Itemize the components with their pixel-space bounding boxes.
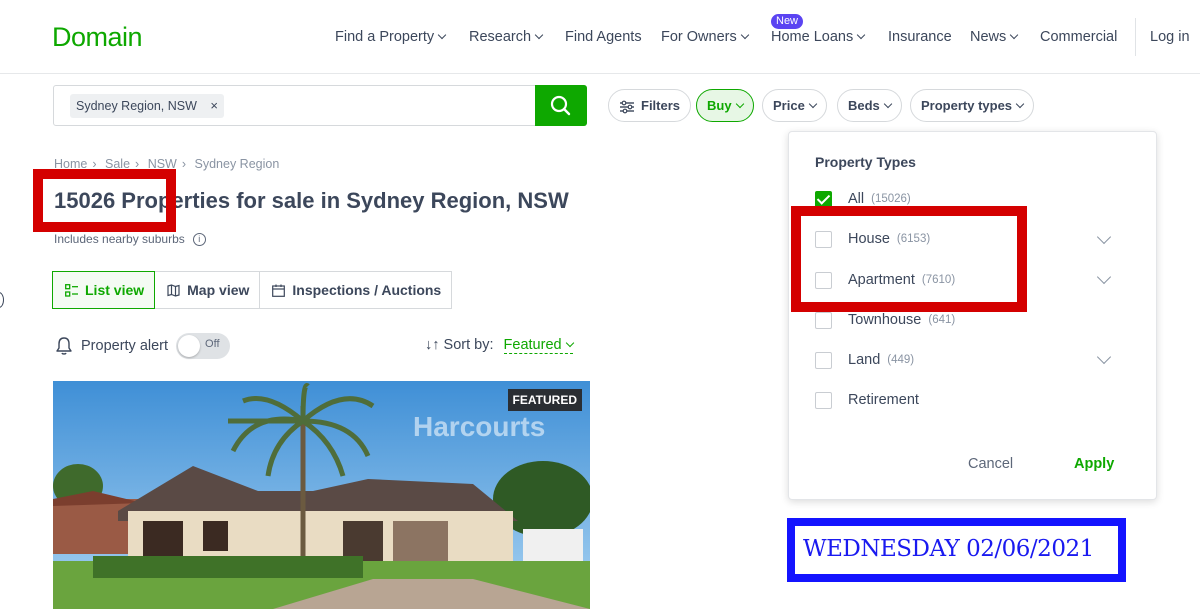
chevron-down-icon (565, 338, 574, 348)
dropdown-title: Property Types (815, 154, 916, 170)
chevron-down-icon[interactable] (1096, 269, 1112, 285)
sliders-icon (620, 100, 634, 113)
login-link[interactable]: Log in (1150, 29, 1190, 45)
cancel-button[interactable]: Cancel (968, 456, 1013, 472)
apply-button[interactable]: Apply (1074, 456, 1114, 472)
property-alert: Property alert Off (54, 333, 231, 359)
chevron-down-icon (883, 99, 893, 109)
annotation-red-box (791, 206, 1027, 312)
chevron-down-icon (1015, 99, 1025, 109)
sort-label: Sort by: (443, 337, 494, 353)
chevron-down-icon[interactable] (1096, 229, 1112, 245)
beds-filter[interactable]: Beds (837, 89, 902, 122)
nav-home-loans[interactable]: Home Loans (771, 29, 866, 45)
chevron-down-icon (1010, 30, 1019, 40)
filters-label: Filters (641, 98, 681, 113)
search-icon (550, 95, 571, 116)
listing-photo[interactable]: Harcourts FEATURED (53, 381, 590, 609)
chevron-down-icon (534, 30, 544, 40)
map-icon (167, 283, 180, 297)
option-retirement[interactable]: Retirement (815, 390, 919, 410)
date-stamp-text: WEDNESDAY 02/06/2021 (803, 536, 1094, 562)
list-icon (65, 283, 78, 297)
nav-find-agents[interactable]: Find Agents (565, 29, 642, 45)
property-types-dropdown: Property Types All (15026) House (6153) Ap… (788, 131, 1157, 500)
location-chip-label: Sydney Region, NSW (76, 99, 197, 113)
option-townhouse[interactable]: Townhouse (641) (815, 310, 955, 330)
checkbox-all[interactable] (815, 190, 832, 208)
calendar-icon (272, 284, 286, 297)
price-filter[interactable]: Price (762, 89, 827, 122)
chevron-down-icon (808, 99, 818, 109)
checkbox-townhouse[interactable] (815, 311, 832, 329)
property-alert-label: Property alert (81, 338, 169, 354)
featured-badge: FEATURED (507, 389, 582, 411)
nav-news[interactable]: News (970, 29, 1019, 45)
tab-map-view[interactable]: Map view (154, 271, 261, 309)
toggle-state: Off (205, 338, 220, 350)
option-land[interactable]: Land (449) (815, 350, 914, 370)
checkbox-land[interactable] (815, 351, 832, 369)
nav-insurance[interactable]: Insurance (888, 29, 952, 45)
date-stamp: WEDNESDAY 02/06/2021 (787, 518, 1126, 582)
results-subtitle: Includes nearby suburbs i (54, 232, 206, 247)
bell-icon (56, 337, 72, 355)
filters-button[interactable]: Filters (608, 89, 692, 122)
checkbox-retirement[interactable] (815, 391, 832, 409)
breadcrumb-sydney-region[interactable]: Sydney Region (195, 157, 280, 171)
nav-commercial[interactable]: Commercial (1040, 29, 1117, 45)
agency-watermark: Harcourts (413, 411, 546, 442)
property-alert-toggle[interactable]: Off (176, 333, 231, 359)
buy-filter[interactable]: Buy (696, 89, 754, 122)
chevron-down-icon (856, 30, 866, 40)
new-badge: New (771, 14, 804, 29)
annotation-red-box (33, 169, 176, 232)
tab-list-view[interactable]: List view (52, 271, 156, 309)
sort-control: ↓↑ Sort by: Featured (425, 337, 574, 354)
location-chip: Sydney Region, NSW × (70, 94, 224, 118)
close-icon[interactable]: × (210, 98, 218, 113)
toggle-knob (178, 335, 201, 357)
chevron-down-icon (740, 30, 749, 40)
nav-divider (1135, 18, 1136, 56)
property-types-filter[interactable]: Property types (910, 89, 1035, 122)
search-input[interactable]: Sydney Region, NSW × (53, 85, 587, 126)
sort-dropdown[interactable]: Featured (503, 337, 574, 354)
site-header: Domain Find a Property Research Find Age… (0, 0, 1200, 74)
sort-arrows-icon: ↓↑ (425, 337, 440, 353)
chevron-down-icon[interactable] (1096, 349, 1112, 365)
tab-inspections-auctions[interactable]: Inspections / Auctions (259, 271, 453, 309)
nav-for-owners[interactable]: For Owners (661, 29, 749, 45)
nav-research[interactable]: Research (469, 29, 544, 45)
domain-logo[interactable]: Domain (52, 22, 143, 53)
view-tabs: List view Map view Inspections / Auction… (52, 271, 453, 309)
nav-find-a-property[interactable]: Find a Property (335, 29, 447, 45)
chevron-down-icon (437, 30, 447, 40)
chevron-down-icon (735, 99, 744, 109)
edge-fragment (0, 292, 4, 308)
search-button[interactable] (535, 85, 587, 126)
info-icon[interactable]: i (192, 233, 206, 247)
